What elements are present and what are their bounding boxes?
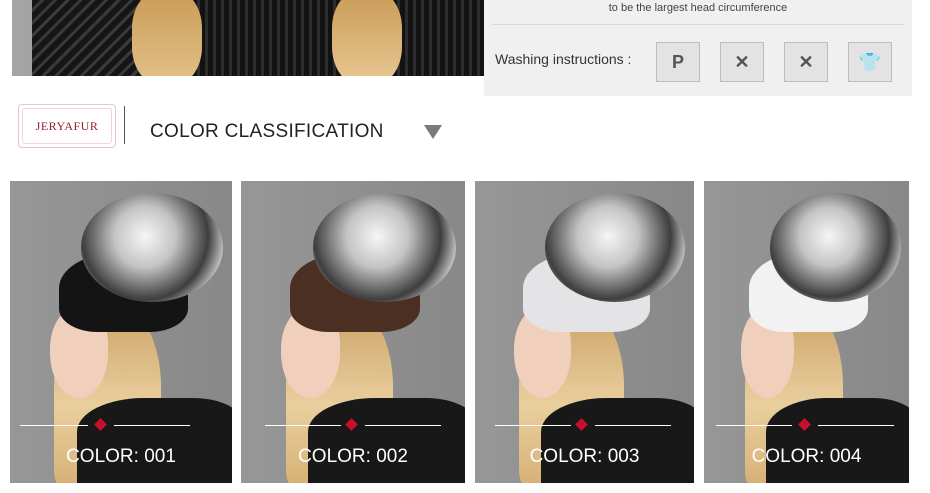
hair-left bbox=[132, 0, 202, 76]
no-bleach-icon: ✕ bbox=[784, 42, 828, 82]
color-label: COLOR: 004 bbox=[751, 446, 862, 467]
chevron-down-icon bbox=[424, 125, 442, 139]
dry-clean-p-icon: P bbox=[656, 42, 700, 82]
care-info-panel: to be the largest head circumference Was… bbox=[484, 0, 912, 96]
no-machine-wash-icon: ✕ bbox=[720, 42, 764, 82]
color-label: COLOR: 001 bbox=[66, 446, 176, 467]
brand-logo: JERYAFUR bbox=[18, 104, 116, 148]
product-card-001[interactable]: COLOR: 001 bbox=[10, 181, 232, 483]
fox-fur-pom bbox=[769, 193, 901, 302]
hang-dry-icon: 👕 bbox=[848, 42, 892, 82]
info-divider bbox=[492, 24, 904, 25]
fox-fur-pom bbox=[545, 193, 686, 302]
product-card-004[interactable]: COLOR: 004 bbox=[704, 181, 909, 483]
washing-instructions-label: Washing instructions : bbox=[495, 51, 632, 67]
circumference-note: to be the largest head circumference bbox=[608, 2, 788, 14]
product-card-002[interactable]: COLOR: 002 bbox=[241, 181, 465, 483]
fox-fur-pom bbox=[81, 193, 224, 302]
product-card-003[interactable]: COLOR: 003 bbox=[475, 181, 694, 483]
section-title: COLOR CLASSIFICATION bbox=[150, 121, 384, 142]
fox-fur-pom bbox=[312, 193, 457, 302]
color-label: COLOR: 003 bbox=[529, 446, 640, 467]
heading-divider bbox=[124, 106, 125, 144]
model-photo-top bbox=[12, 0, 484, 76]
color-label: COLOR: 002 bbox=[298, 446, 408, 467]
hair-right bbox=[332, 0, 402, 76]
brand-logo-text: JERYAFUR bbox=[22, 108, 112, 144]
